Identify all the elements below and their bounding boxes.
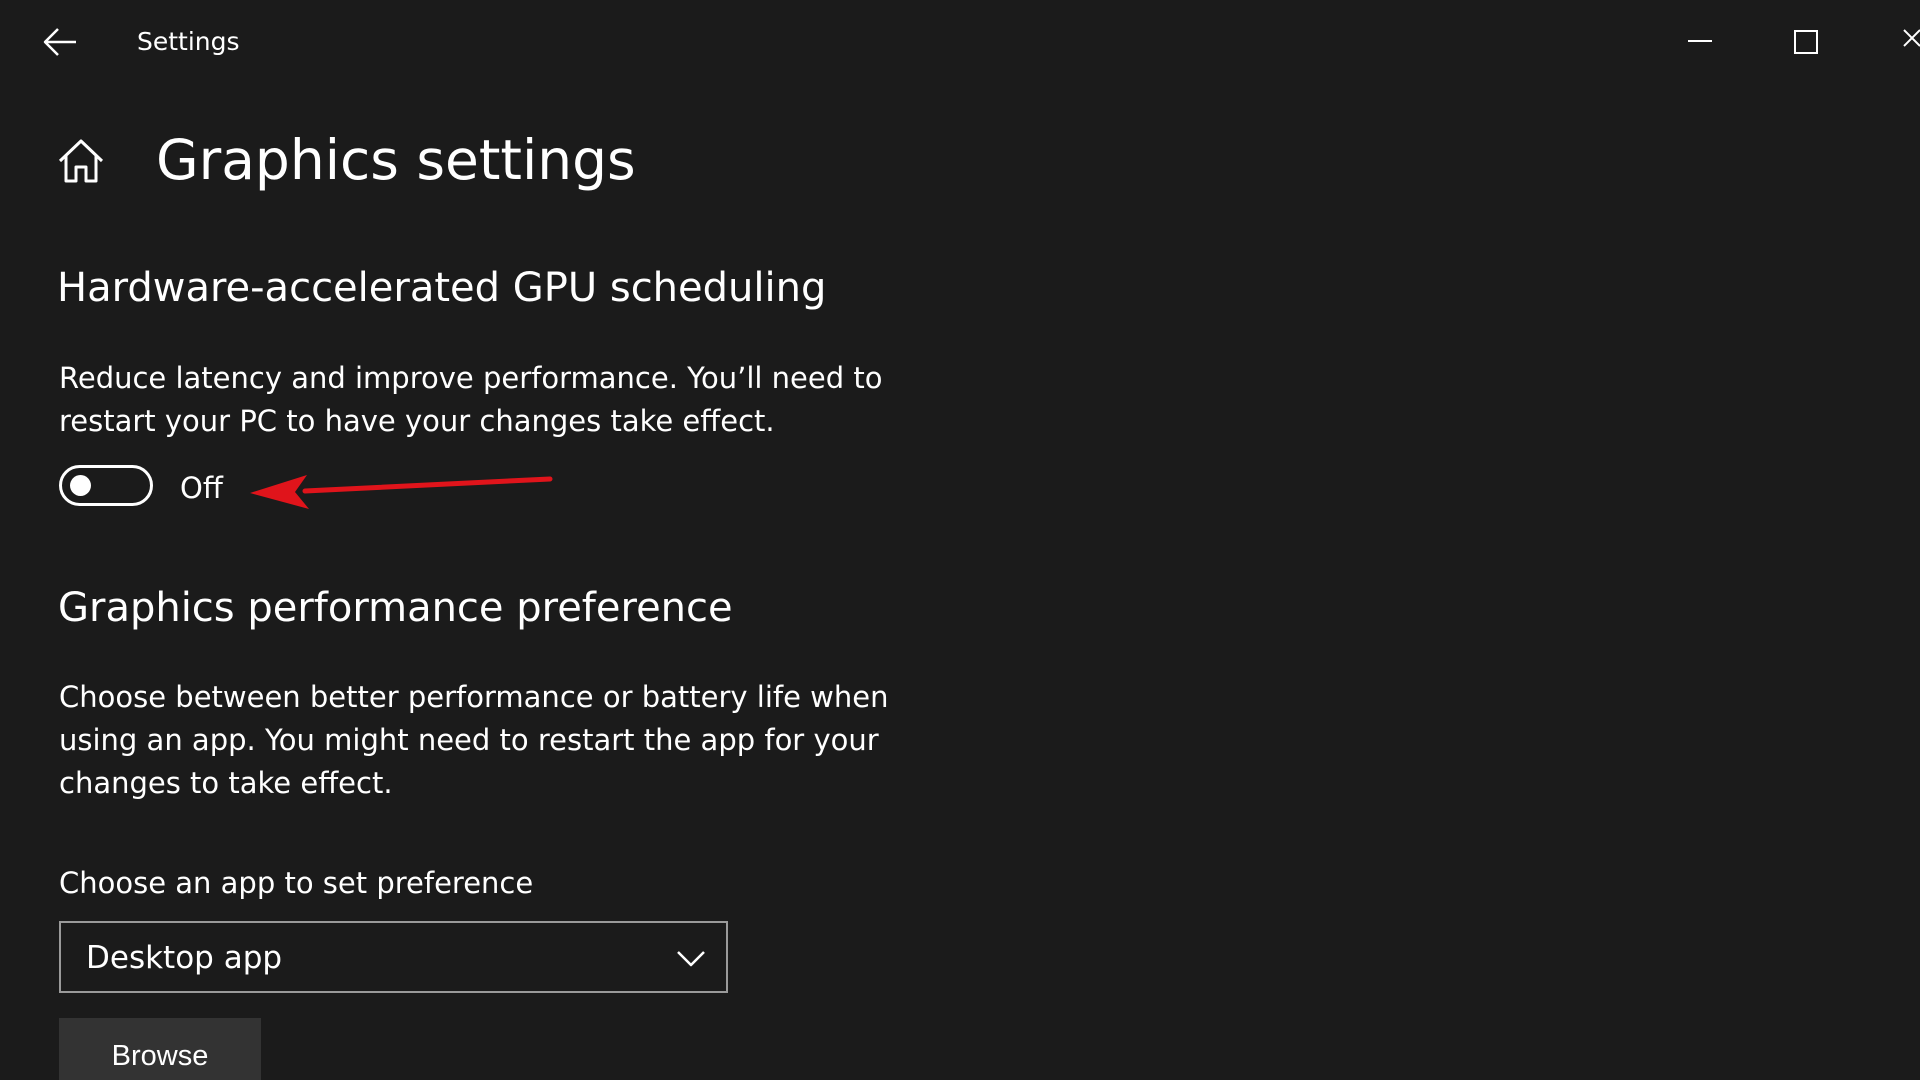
maximize-button[interactable] (1784, 20, 1828, 64)
title-bar: Settings (0, 0, 1920, 84)
page-title: Graphics settings (156, 128, 636, 192)
home-button[interactable] (56, 137, 106, 185)
minimize-button[interactable] (1678, 20, 1722, 64)
toggle-knob (70, 475, 91, 496)
performance-preference-description: Choose between better performance or bat… (59, 680, 889, 800)
browse-button[interactable]: Browse (59, 1018, 261, 1080)
back-arrow-icon (43, 28, 76, 56)
minimize-icon (1688, 40, 1712, 42)
gpu-scheduling-description: Reduce latency and improve performance. … (59, 361, 883, 438)
close-button[interactable] (1890, 20, 1920, 64)
back-button[interactable] (40, 24, 80, 60)
home-icon (58, 139, 104, 183)
red-arrow-icon (250, 475, 553, 509)
chevron-down-icon (677, 951, 705, 967)
app-type-dropdown[interactable]: Desktop app (59, 921, 728, 993)
app-select-label: Choose an app to set preference (59, 866, 534, 900)
gpu-scheduling-heading: Hardware-accelerated GPU scheduling (57, 265, 827, 311)
performance-preference-heading: Graphics performance preference (58, 585, 733, 631)
maximize-icon (1794, 30, 1818, 54)
settings-window: Settings Graphics settings Hardware-acce… (0, 0, 1920, 1080)
app-title: Settings (137, 27, 240, 56)
browse-button-label: Browse (111, 1040, 209, 1072)
toggle-state-label: Off (180, 471, 223, 505)
dropdown-selected-value: Desktop app (86, 940, 283, 976)
close-icon (1903, 29, 1920, 47)
gpu-scheduling-toggle[interactable] (59, 465, 153, 506)
